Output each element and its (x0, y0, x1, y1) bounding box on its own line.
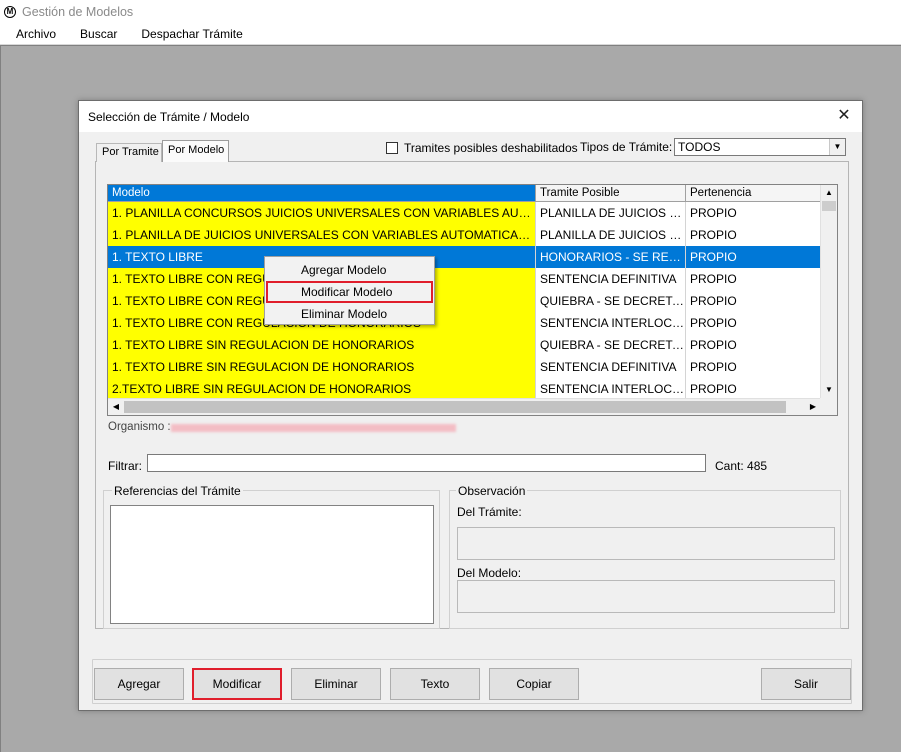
table-row[interactable]: 1. TEXTO LIBRE SIN REGULACION DE HONORAR… (108, 356, 821, 378)
del-modelo-label: Del Modelo: (457, 566, 522, 580)
tab-por-modelo[interactable]: Por Modelo (162, 140, 229, 162)
tipos-tramite-label: Tipos de Trámite: (580, 140, 673, 154)
scroll-down-icon[interactable]: ▼ (821, 382, 837, 398)
table-row[interactable]: 2.TEXTO LIBRE SIN REGULACION DE HONORARI… (108, 378, 821, 400)
menu-despachar-tramite[interactable]: Despachar Trámite (133, 27, 250, 41)
column-header-tramite-posible[interactable]: Tramite Posible (536, 185, 686, 202)
del-tramite-field[interactable] (457, 527, 835, 560)
menu-item-eliminar-modelo[interactable]: Eliminar Modelo (265, 303, 434, 325)
cell-pertenencia: PROPIO (686, 356, 821, 378)
cell-modelo: 2.TEXTO LIBRE SIN REGULACION DE HONORARI… (108, 378, 536, 400)
cell-tramite-posible: QUIEBRA - SE DECRETA ... (536, 334, 686, 356)
filtrar-label: Filtrar: (108, 459, 142, 473)
dropdown-arrow-icon[interactable]: ▼ (829, 139, 845, 155)
tramites-deshabilitados-option[interactable]: Tramites posibles deshabilitados (386, 141, 578, 155)
cell-pertenencia: PROPIO (686, 268, 821, 290)
table-row[interactable]: 1. TEXTO LIBRE HONORARIOS - SE REGU... PRO… (108, 246, 821, 268)
modelos-grid: Modelo Tramite Posible Pertenencia 1. PL… (107, 184, 838, 416)
cell-tramite-posible: PLANILLA DE JUICIOS UN... (536, 202, 686, 224)
cell-pertenencia: PROPIO (686, 378, 821, 400)
vertical-scrollbar[interactable]: ▲ ▼ (820, 185, 837, 398)
app-title: Gestión de Modelos (22, 4, 134, 19)
cell-pertenencia: PROPIO (686, 224, 821, 246)
dialog-title: Selección de Trámite / Modelo (88, 109, 250, 124)
column-header-modelo[interactable]: Modelo (108, 185, 536, 202)
cell-modelo: 1. TEXTO LIBRE SIN REGULACION DE HONORAR… (108, 334, 536, 356)
dialog-titlebar: Selección de Trámite / Modelo ✕ (79, 101, 862, 132)
observacion-group: Observación Del Trámite: Del Modelo: (449, 484, 841, 629)
referencias-group: Referencias del Trámite (103, 484, 440, 629)
menu-buscar[interactable]: Buscar (72, 27, 125, 41)
scroll-up-icon[interactable]: ▲ (821, 185, 837, 201)
cell-modelo: 1. PLANILLA CONCURSOS JUICIOS UNIVERSALE… (108, 202, 536, 224)
table-row[interactable]: 1. TEXTO LIBRE CON REGULACION DE HONORAR… (108, 268, 821, 290)
tramites-deshabilitados-checkbox[interactable] (386, 142, 398, 154)
agregar-button[interactable]: Agregar (94, 668, 184, 700)
cell-pertenencia: PROPIO (686, 334, 821, 356)
organismo-label: Organismo : (108, 421, 171, 433)
button-bar: Agregar Modificar Eliminar Texto Copiar … (92, 659, 852, 704)
cell-tramite-posible: HONORARIOS - SE REGU... (536, 246, 686, 268)
tipos-tramite-value: TODOS (678, 140, 721, 154)
table-row[interactable]: 1. TEXTO LIBRE SIN REGULACION DE HONORAR… (108, 334, 821, 356)
scroll-right-icon[interactable]: ▶ (805, 399, 821, 415)
cell-modelo: 1. TEXTO LIBRE SIN REGULACION DE HONORAR… (108, 356, 536, 378)
cell-tramite-posible: SENTENCIA INTERLOCUT... (536, 378, 686, 400)
menubar: Archivo Buscar Despachar Trámite (0, 23, 901, 45)
eliminar-button[interactable]: Eliminar (291, 668, 381, 700)
texto-button[interactable]: Texto (390, 668, 480, 700)
referencias-legend: Referencias del Trámite (112, 484, 243, 498)
table-row[interactable]: 1. PLANILLA CONCURSOS JUICIOS UNIVERSALE… (108, 202, 821, 224)
tramites-deshabilitados-label: Tramites posibles deshabilitados (404, 141, 578, 155)
menu-archivo[interactable]: Archivo (8, 27, 64, 41)
tab-por-tramite[interactable]: Por Tramite (96, 143, 162, 162)
del-modelo-field[interactable] (457, 580, 835, 613)
table-row[interactable]: 1. TEXTO LIBRE CON REGULACION DE HONORAR… (108, 290, 821, 312)
app-titlebar: M Gestión de Modelos (0, 0, 901, 23)
cell-tramite-posible: QUIEBRA - SE DECRETA ... (536, 290, 686, 312)
grid-header: Modelo Tramite Posible Pertenencia (108, 185, 821, 202)
close-icon[interactable]: ✕ (834, 106, 854, 126)
cell-tramite-posible: SENTENCIA INTERLOCUT... (536, 312, 686, 334)
modificar-button[interactable]: Modificar (192, 668, 282, 700)
table-row[interactable]: 1. TEXTO LIBRE CON REGULACION DE HONORAR… (108, 312, 821, 334)
del-tramite-label: Del Trámite: (457, 505, 522, 519)
horizontal-scroll-thumb[interactable] (124, 401, 786, 413)
context-menu: Agregar Modelo Modificar Modelo Eliminar… (264, 256, 435, 325)
filtrar-input[interactable] (147, 454, 706, 472)
copiar-button[interactable]: Copiar (489, 668, 579, 700)
menu-item-modificar-modelo[interactable]: Modificar Modelo (266, 281, 433, 303)
cell-pertenencia: PROPIO (686, 290, 821, 312)
cell-tramite-posible: SENTENCIA DEFINITIVA (536, 356, 686, 378)
cant-label: Cant: 485 (715, 459, 768, 473)
observacion-legend: Observación (456, 484, 528, 498)
tipos-tramite-select[interactable]: TODOS ▼ (674, 138, 846, 156)
column-header-pertenencia[interactable]: Pertenencia (686, 185, 821, 202)
app-icon: M (4, 5, 16, 18)
grid-rows: 1. PLANILLA CONCURSOS JUICIOS UNIVERSALE… (108, 202, 821, 400)
vertical-scroll-thumb[interactable] (822, 201, 836, 211)
horizontal-scrollbar[interactable]: ◀ ▶ (108, 398, 821, 415)
table-row[interactable]: 1. PLANILLA DE JUICIOS UNIVERSALES CON V… (108, 224, 821, 246)
seleccion-tramite-dialog: Selección de Trámite / Modelo ✕ Por Tram… (78, 100, 863, 711)
cell-modelo: 1. PLANILLA DE JUICIOS UNIVERSALES CON V… (108, 224, 536, 246)
salir-button[interactable]: Salir (761, 668, 851, 700)
cell-pertenencia: PROPIO (686, 202, 821, 224)
cell-pertenencia: PROPIO (686, 312, 821, 334)
cell-pertenencia: PROPIO (686, 246, 821, 268)
scroll-left-icon[interactable]: ◀ (108, 399, 124, 415)
referencias-list[interactable] (110, 505, 434, 624)
cell-tramite-posible: PLANILLA DE JUICIOS UN... (536, 224, 686, 246)
organismo-value-redacted (171, 424, 456, 432)
menu-item-agregar-modelo[interactable]: Agregar Modelo (265, 259, 434, 281)
cell-tramite-posible: SENTENCIA DEFINITIVA (536, 268, 686, 290)
scroll-corner (820, 398, 837, 415)
